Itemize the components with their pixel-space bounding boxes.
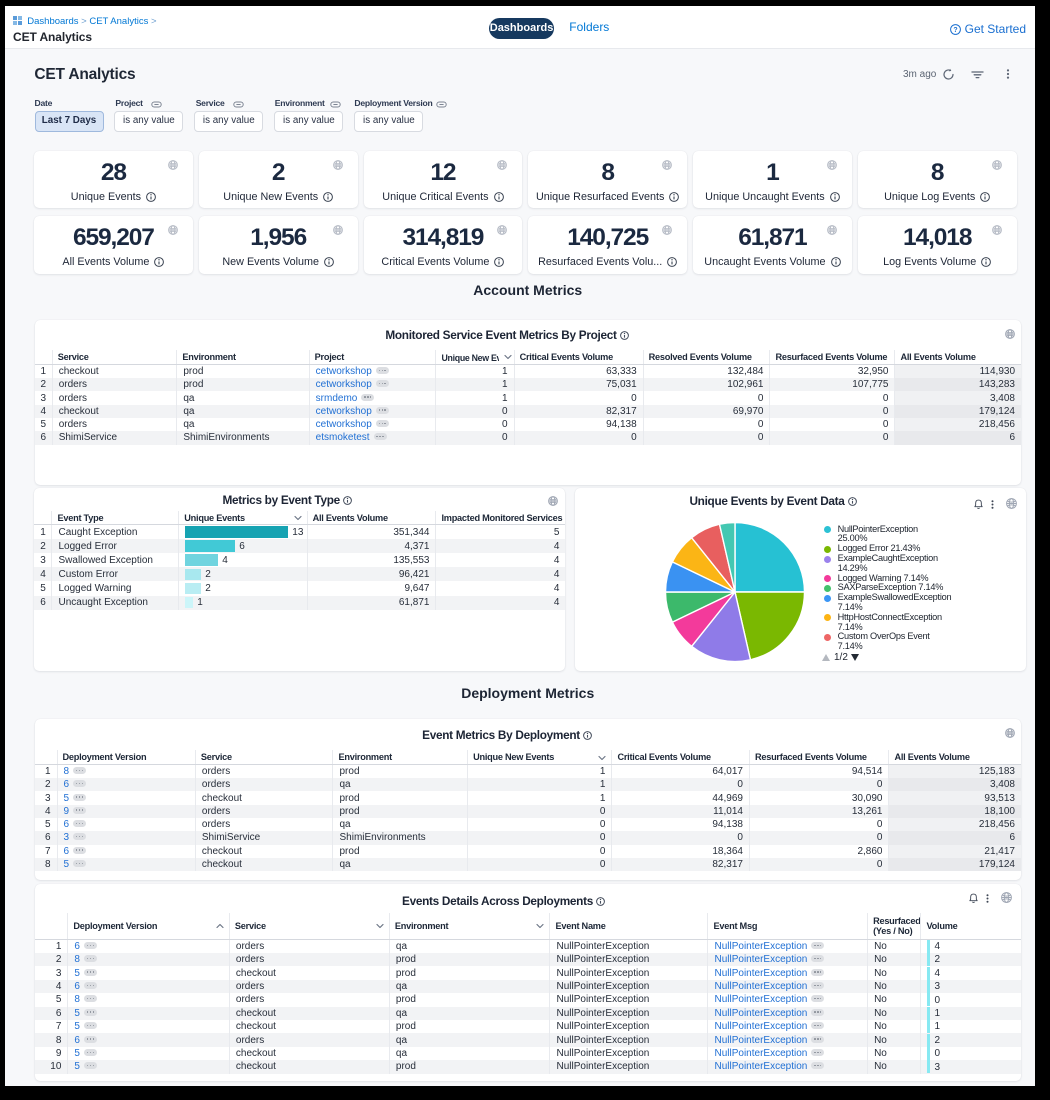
svg-text:?: ? <box>954 27 958 34</box>
